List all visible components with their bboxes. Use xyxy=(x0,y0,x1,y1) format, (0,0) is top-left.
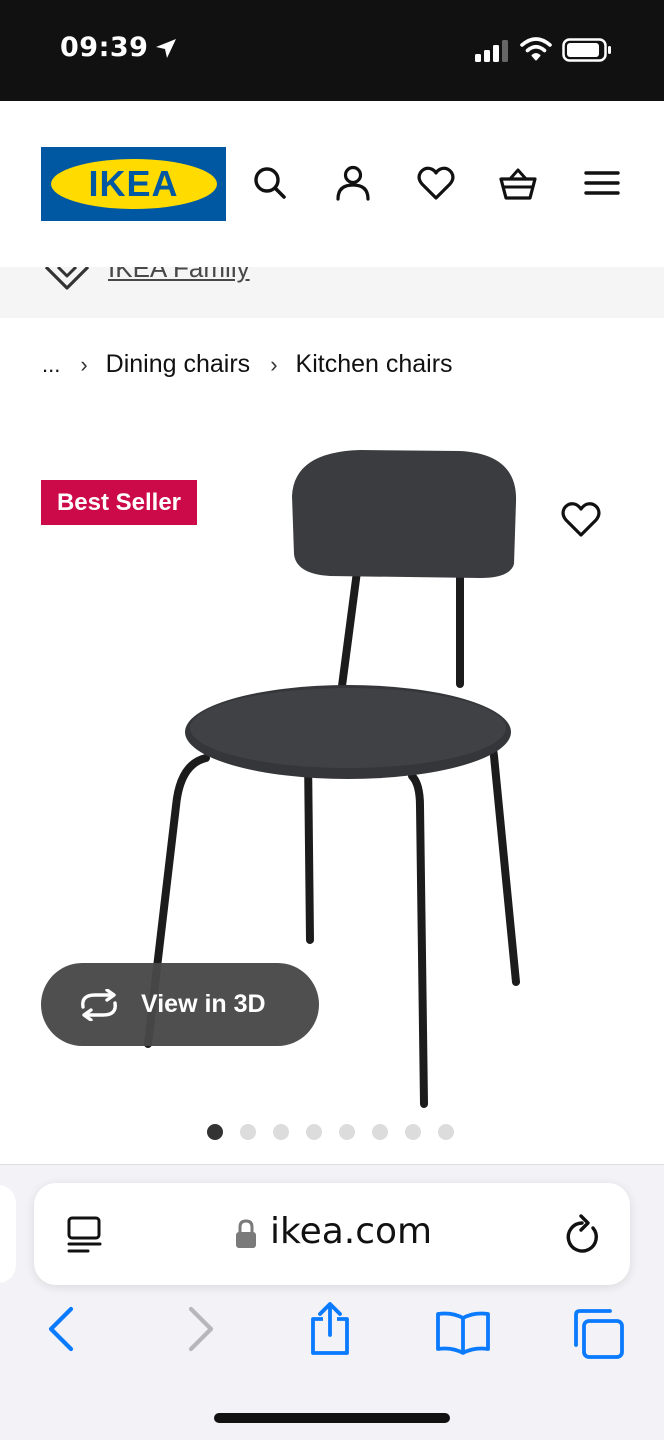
breadcrumb-ellipsis[interactable]: ... xyxy=(42,352,60,378)
lock-icon xyxy=(236,1219,256,1248)
address-bar[interactable]: ikea.com xyxy=(34,1183,630,1285)
pagination-dot[interactable] xyxy=(339,1124,355,1140)
ikea-logo[interactable]: IKEA xyxy=(41,147,226,221)
share-icon[interactable] xyxy=(306,1301,354,1357)
logo-text: IKEA xyxy=(88,163,179,204)
breadcrumb-separator: › xyxy=(270,351,278,377)
logo-oval: IKEA xyxy=(50,159,217,209)
pagination-dot[interactable] xyxy=(273,1124,289,1140)
menu-icon[interactable] xyxy=(582,163,622,203)
battery-icon xyxy=(562,38,611,62)
status-time: 09:39 xyxy=(60,32,149,63)
image-pagination-dots xyxy=(207,1124,454,1140)
account-icon[interactable] xyxy=(333,163,373,203)
breadcrumb-separator: › xyxy=(80,351,88,377)
forward-chevron-icon[interactable] xyxy=(182,1305,218,1353)
pagination-dot[interactable] xyxy=(240,1124,256,1140)
add-to-favorites-heart-icon[interactable] xyxy=(558,498,604,540)
site-header: IKEA xyxy=(0,101,664,267)
shopping-basket-icon[interactable] xyxy=(498,163,538,203)
back-chevron-icon[interactable] xyxy=(44,1305,80,1353)
search-icon[interactable] xyxy=(250,163,290,203)
rotate-3d-icon xyxy=(81,988,117,1021)
pagination-dot[interactable] xyxy=(372,1124,388,1140)
breadcrumb-kitchen-chairs[interactable]: Kitchen chairs xyxy=(296,350,453,379)
home-indicator xyxy=(214,1413,450,1423)
status-bar: 09:39 xyxy=(0,0,664,101)
favorites-heart-icon[interactable] xyxy=(416,163,456,203)
bookmarks-book-icon[interactable] xyxy=(434,1309,492,1355)
tabs-icon[interactable] xyxy=(568,1307,626,1361)
pagination-dot[interactable] xyxy=(207,1124,223,1140)
safari-toolbar: ikea.com xyxy=(0,1164,664,1440)
best-seller-badge: Best Seller xyxy=(41,480,197,525)
url-text[interactable]: ikea.com xyxy=(270,1211,432,1252)
view-in-3d-label: View in 3D xyxy=(141,990,266,1018)
pagination-dot[interactable] xyxy=(306,1124,322,1140)
reload-icon[interactable] xyxy=(562,1213,602,1255)
pagination-dot[interactable] xyxy=(405,1124,421,1140)
ikea-family-icon xyxy=(44,267,90,290)
pagination-dot[interactable] xyxy=(438,1124,454,1140)
cellular-signal-icon xyxy=(475,40,508,62)
ikea-family-banner: IKEA Family xyxy=(0,267,664,318)
reader-mode-icon[interactable] xyxy=(66,1215,106,1255)
previous-tab-peek[interactable] xyxy=(0,1185,16,1283)
location-arrow-icon xyxy=(156,39,176,58)
ikea-family-link[interactable]: IKEA Family xyxy=(108,267,250,284)
breadcrumb-dining-chairs[interactable]: Dining chairs xyxy=(106,350,251,379)
wifi-icon xyxy=(520,37,552,61)
breadcrumb: ... › Dining chairs › Kitchen chairs xyxy=(42,350,453,379)
product-gallery[interactable]: Best Seller View in 3D xyxy=(0,420,664,1160)
view-in-3d-button[interactable]: View in 3D xyxy=(41,963,319,1046)
